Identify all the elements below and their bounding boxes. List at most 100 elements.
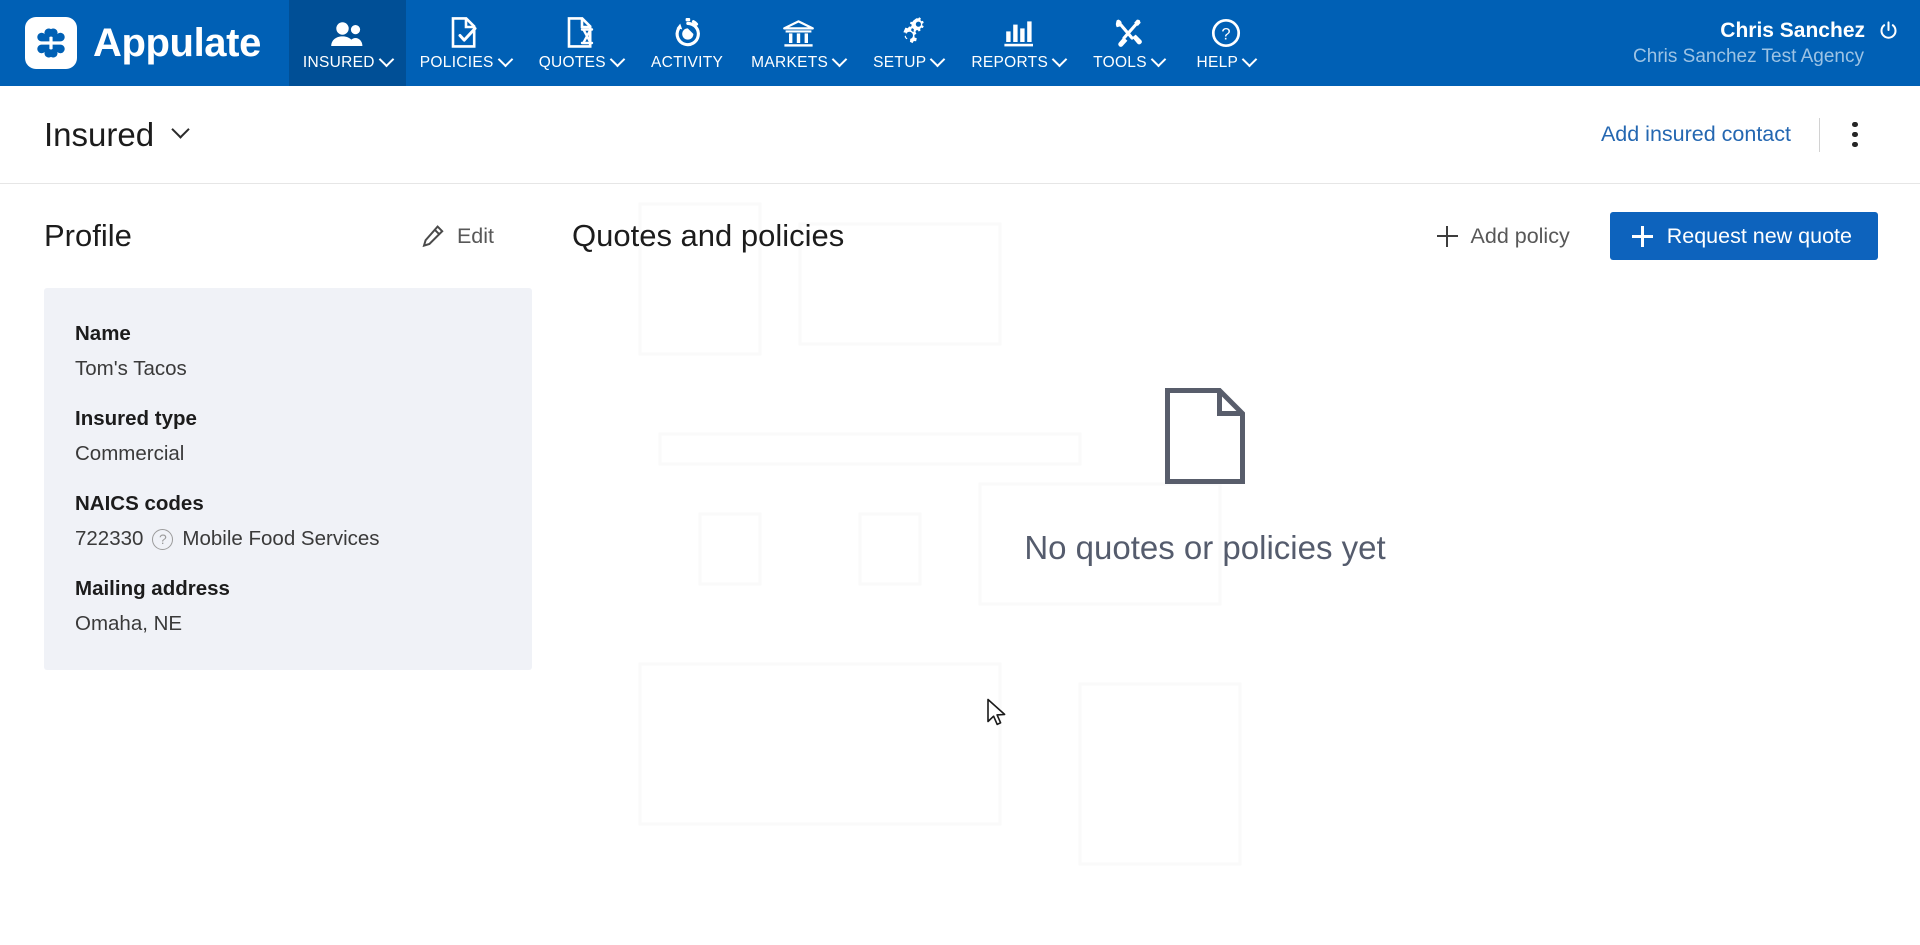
field-value: Omaha, NE — [75, 612, 183, 635]
profile-card: Name Tom's Tacos Insured type Commercial… — [44, 288, 532, 670]
field-label: Mailing address — [75, 577, 230, 600]
field-label: Name — [75, 322, 131, 345]
kebab-dot — [1852, 121, 1858, 128]
naics-code: 722330 — [75, 527, 144, 550]
nav-item-label: HELP — [1196, 51, 1258, 71]
request-new-quote-label: Request new quote — [1666, 223, 1852, 248]
main-content: Profile Edit Name Tom's Tacos Insured ty… — [0, 184, 1920, 726]
field-value: Commercial — [75, 442, 185, 465]
bank-icon — [782, 14, 815, 48]
add-policy-label: Add policy — [1470, 223, 1570, 248]
nav-label-text: TOOLS — [1093, 53, 1147, 71]
chevron-down-icon — [609, 51, 626, 68]
nav-item-setup[interactable]: SETUP — [859, 0, 957, 86]
nav-item-policies[interactable]: POLICIES — [406, 0, 525, 86]
wrench-screwdriver-icon — [1112, 14, 1145, 48]
power-icon[interactable] — [1879, 21, 1898, 40]
gears-icon — [892, 14, 925, 48]
question-circle-icon[interactable]: ? — [152, 528, 174, 550]
nav-label-text: REPORTS — [971, 53, 1049, 71]
nav-items: INSURED POLICIES QUOTES ACTIVITY MARKETS… — [288, 0, 1274, 86]
clover-logo-icon — [25, 17, 77, 69]
document-hourglass-icon — [567, 14, 595, 48]
brand-logo[interactable]: Appulate — [0, 0, 289, 86]
page-title: Insured — [44, 115, 155, 153]
nav-label-text: POLICIES — [419, 53, 494, 71]
empty-state-message: No quotes or policies yet — [1024, 529, 1386, 566]
nav-label-text: MARKETS — [751, 53, 829, 71]
quotes-and-policies-panel: Quotes and policies Add policy Request n… — [532, 184, 1920, 567]
plus-icon — [1631, 225, 1653, 247]
question-circle-icon: ? — [1211, 14, 1241, 48]
quotes-panel-header: Quotes and policies Add policy Request n… — [572, 184, 1878, 288]
field-value: Tom's Tacos — [75, 357, 187, 380]
document-check-icon — [451, 14, 479, 48]
profile-field-name: Name Tom's Tacos — [75, 322, 532, 381]
nav-item-markets[interactable]: MARKETS — [737, 0, 859, 86]
nav-item-label: SETUP — [873, 51, 946, 71]
profile-column: Profile Edit Name Tom's Tacos Insured ty… — [0, 184, 532, 670]
subheader-actions: Add insured contact — [1601, 112, 1878, 158]
chevron-down-icon — [831, 51, 848, 68]
mouse-cursor — [987, 698, 1006, 726]
add-insured-contact-link[interactable]: Add insured contact — [1601, 122, 1819, 147]
nav-item-reports[interactable]: REPORTS — [957, 0, 1079, 86]
field-label: Insured type — [75, 407, 197, 430]
page-subheader: Insured Add insured contact — [0, 86, 1920, 184]
nav-label-text: HELP — [1196, 53, 1239, 71]
account-info: Chris Sanchez Chris Sanchez Test Agency — [1633, 0, 1920, 86]
chevron-down-icon — [378, 51, 395, 68]
chevron-down-icon — [1150, 51, 1167, 68]
brand-name: Appulate — [93, 21, 261, 65]
nav-item-label: MARKETS — [751, 51, 848, 71]
account-name[interactable]: Chris Sanchez — [1720, 19, 1865, 43]
people-icon — [330, 14, 364, 48]
chevron-down-icon — [930, 51, 946, 68]
profile-field-mailing-address: Mailing address Omaha, NE — [75, 577, 532, 636]
edit-profile-button[interactable]: Edit — [420, 224, 494, 249]
bar-chart-icon — [1003, 14, 1034, 48]
nav-item-label: TOOLS — [1093, 51, 1167, 71]
chevron-down-icon — [1051, 51, 1068, 68]
quotes-panel-actions: Add policy Request new quote — [1436, 212, 1878, 260]
nav-item-tools[interactable]: TOOLS — [1079, 0, 1178, 86]
plus-icon — [1436, 225, 1458, 247]
nav-item-label: ACTIVITY — [651, 55, 723, 71]
add-policy-button[interactable]: Add policy — [1436, 223, 1610, 249]
account-name-row: Chris Sanchez — [1720, 19, 1898, 43]
profile-header: Profile Edit — [44, 184, 532, 288]
request-new-quote-button[interactable]: Request new quote — [1609, 212, 1878, 260]
nav-item-activity[interactable]: ACTIVITY — [637, 0, 737, 86]
profile-field-naics-codes: NAICS codes 722330 ? Mobile Food Service… — [75, 492, 532, 551]
naics-description: Mobile Food Services — [182, 527, 380, 550]
chevron-down-icon — [1241, 51, 1258, 68]
nav-item-insured[interactable]: INSURED — [288, 0, 406, 86]
top-navigation-bar: Appulate INSURED POLICIES QUOTES ACTIVIT… — [0, 0, 1920, 86]
chevron-down-icon — [497, 51, 513, 68]
chevron-down-icon[interactable] — [171, 120, 190, 139]
pencil-icon — [420, 224, 445, 249]
divider — [1819, 117, 1820, 152]
nav-label-text: ACTIVITY — [650, 53, 724, 71]
field-label: NAICS codes — [75, 492, 204, 515]
profile-field-insured-type: Insured type Commercial — [75, 407, 532, 466]
nav-item-help[interactable]: ? HELP — [1178, 0, 1274, 86]
nav-label-text: SETUP — [873, 53, 927, 71]
profile-title: Profile — [44, 218, 132, 253]
edit-label: Edit — [456, 223, 494, 248]
empty-state: No quotes or policies yet — [532, 388, 1878, 567]
nav-item-label: INSURED — [302, 51, 395, 71]
nav-label-text: INSURED — [302, 53, 375, 71]
document-outline-icon — [1165, 388, 1245, 489]
svg-text:?: ? — [1221, 25, 1230, 43]
more-vertical-icon[interactable] — [1832, 112, 1878, 158]
stopwatch-icon — [672, 14, 703, 48]
account-agency: Chris Sanchez Test Agency — [1633, 45, 1864, 67]
nav-label-text: QUOTES — [538, 53, 606, 71]
quotes-panel-title: Quotes and policies — [572, 218, 845, 253]
nav-item-label: POLICIES — [419, 51, 513, 71]
nav-item-quotes[interactable]: QUOTES — [525, 0, 637, 86]
field-value: 722330 ? Mobile Food Services — [75, 527, 532, 551]
kebab-dot — [1852, 141, 1858, 148]
nav-item-label: QUOTES — [538, 51, 626, 71]
